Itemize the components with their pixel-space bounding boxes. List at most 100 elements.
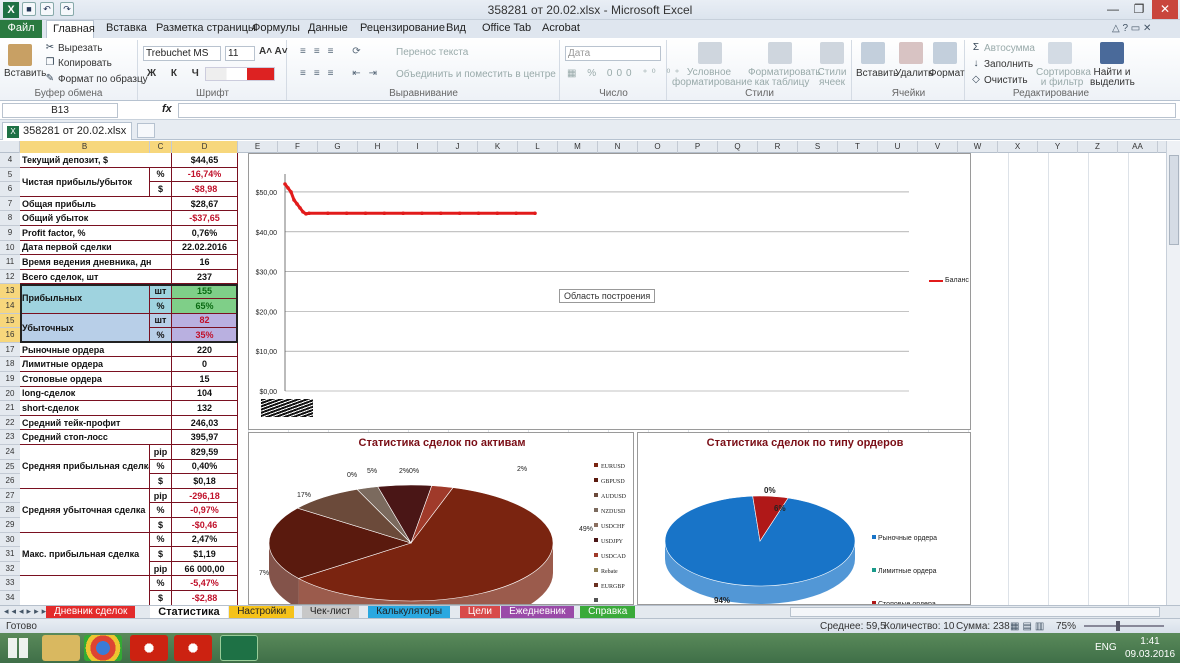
minimize-icon[interactable]: — — [1100, 0, 1126, 19]
column-header[interactable]: U — [878, 141, 918, 153]
row-header[interactable]: 26 — [0, 474, 20, 489]
stat-unit[interactable]: % — [150, 459, 172, 475]
row-header[interactable]: 18 — [0, 357, 20, 372]
font-name-select[interactable]: Trebuchet MS — [143, 46, 221, 61]
stat-value[interactable]: -$37,65 — [172, 211, 238, 226]
language-indicator[interactable]: ENG — [1095, 642, 1117, 653]
row-header[interactable]: 28 — [0, 503, 20, 518]
column-header[interactable]: Q — [718, 141, 758, 153]
column-header[interactable]: E — [238, 141, 278, 153]
stat-label[interactable]: Рыночные ордера — [20, 342, 172, 358]
row-header[interactable]: 32 — [0, 562, 20, 577]
find-select-icon[interactable] — [1100, 42, 1124, 64]
tab-office-tab[interactable]: Office Tab — [476, 20, 537, 38]
stat-value[interactable]: -$0,46 — [172, 518, 238, 533]
vertical-scroll-thumb[interactable] — [1169, 155, 1179, 245]
tab-file[interactable]: Файл — [0, 20, 42, 38]
stat-label[interactable]: long-сделок — [20, 386, 172, 402]
stat-value[interactable]: 0,40% — [172, 459, 238, 475]
column-header[interactable]: F — [278, 141, 318, 153]
font-size-select[interactable]: 11 — [225, 46, 255, 61]
stat-value[interactable]: -$2,88 — [172, 591, 238, 605]
stat-value[interactable]: $1,19 — [172, 547, 238, 562]
stat-unit[interactable]: $ — [150, 182, 172, 197]
autosum-icon[interactable]: Σ — [970, 42, 982, 54]
column-header[interactable]: O — [638, 141, 678, 153]
format-cells-button[interactable]: Формат — [929, 68, 965, 79]
stat-value[interactable]: 15 — [172, 372, 238, 387]
tab-formulas[interactable]: Формулы — [246, 20, 306, 38]
delete-cells-button[interactable]: Удалить — [895, 68, 933, 79]
stat-unit[interactable]: pip — [150, 488, 172, 504]
formula-input[interactable] — [178, 103, 1176, 118]
find-select-button[interactable]: Найти и выделить — [1090, 68, 1135, 88]
column-header[interactable]: Y — [1038, 141, 1078, 153]
clock-time[interactable]: 1:41 — [1128, 636, 1172, 647]
border-fill-color-icons[interactable] — [205, 67, 275, 81]
fx-icon[interactable]: fx — [162, 103, 172, 115]
cut-icon[interactable]: ✂ — [44, 42, 56, 54]
zoom-slider[interactable] — [1084, 625, 1164, 627]
row-header[interactable]: 9 — [0, 226, 20, 241]
clear-icon[interactable]: ◇ — [970, 74, 982, 86]
stat-unit[interactable]: % — [150, 503, 172, 518]
stat-unit[interactable]: $ — [150, 474, 172, 489]
row-header[interactable]: 29 — [0, 518, 20, 533]
stat-unit[interactable]: pip — [150, 561, 172, 577]
row-header[interactable]: 16 — [0, 328, 20, 343]
ribbon-help-icon[interactable]: △ ? ▭ ✕ — [1112, 23, 1151, 34]
copy-button[interactable]: Копировать — [58, 58, 112, 69]
stat-label[interactable]: Средняя прибыльная сделка — [20, 445, 150, 489]
row-header[interactable]: 34 — [0, 591, 20, 606]
order-types-pie-chart[interactable]: Статистика сделок по типу ордеров 94% 0% 6… — [637, 432, 971, 605]
new-document-tab-icon[interactable] — [137, 123, 155, 138]
column-header[interactable]: H — [358, 141, 398, 153]
restore-icon[interactable]: ❐ — [1126, 0, 1152, 19]
stat-unit[interactable]: $ — [150, 547, 172, 562]
wrap-text-button[interactable]: Перенос текста — [396, 47, 468, 58]
row-header[interactable]: 13 — [0, 284, 20, 299]
windows-start-icon[interactable] — [8, 638, 28, 658]
stat-unit[interactable]: % — [150, 167, 172, 183]
row-header[interactable]: 21 — [0, 401, 20, 416]
merge-center-button[interactable]: Объединить и поместить в центре — [396, 69, 556, 80]
row-header[interactable]: 6 — [0, 182, 20, 197]
column-header[interactable]: Z — [1078, 141, 1118, 153]
stat-value[interactable]: 22.02.2016 — [172, 240, 238, 256]
excel-taskbar-icon[interactable] — [220, 635, 258, 661]
vertical-scrollbar[interactable] — [1166, 141, 1180, 605]
stat-unit[interactable]: % — [150, 532, 172, 548]
format-table-icon[interactable] — [768, 42, 792, 64]
row-header[interactable]: 30 — [0, 533, 20, 548]
tab-insert[interactable]: Вставка — [100, 20, 153, 38]
stat-label[interactable]: Общий убыток — [20, 211, 172, 226]
row-header[interactable]: 15 — [0, 313, 20, 329]
name-box[interactable]: B13 — [2, 103, 118, 118]
sheet-nav-icons[interactable]: ◂◂◂▸▸▸ — [4, 606, 49, 617]
column-header[interactable]: X — [998, 141, 1038, 153]
stat-value[interactable]: 66 000,00 — [172, 561, 238, 577]
column-header[interactable]: T — [838, 141, 878, 153]
stat-unit[interactable]: $ — [150, 591, 172, 605]
row-header[interactable]: 24 — [0, 445, 20, 460]
copy-icon[interactable]: ❐ — [44, 57, 56, 69]
stat-unit[interactable]: $ — [150, 518, 172, 533]
conditional-format-button[interactable]: Условное форматирование — [672, 68, 752, 88]
column-header[interactable]: B — [20, 141, 150, 153]
stat-value[interactable]: 2,47% — [172, 532, 238, 548]
stat-value[interactable]: 220 — [172, 342, 238, 358]
view-buttons-icons[interactable]: ▦▤▥ — [1010, 621, 1047, 632]
autosum-button[interactable]: Автосумма — [984, 43, 1035, 54]
column-header[interactable]: L — [518, 141, 558, 153]
column-header[interactable]: D — [172, 141, 238, 153]
column-header[interactable]: M — [558, 141, 598, 153]
document-tab[interactable]: X 358281 от 20.02.xlsx * — [2, 122, 132, 153]
stat-value[interactable]: 829,59 — [172, 445, 238, 460]
column-header[interactable]: K — [478, 141, 518, 153]
stat-label[interactable]: Время ведения дневника, дн — [20, 255, 172, 270]
stat-label[interactable]: short-сделок — [20, 401, 172, 416]
stat-label[interactable]: Макс. прибыльная сделка — [20, 532, 150, 577]
explorer-taskbar-icon[interactable] — [42, 635, 80, 661]
row-header[interactable]: 12 — [0, 270, 20, 285]
insert-cells-icon[interactable] — [861, 42, 885, 64]
